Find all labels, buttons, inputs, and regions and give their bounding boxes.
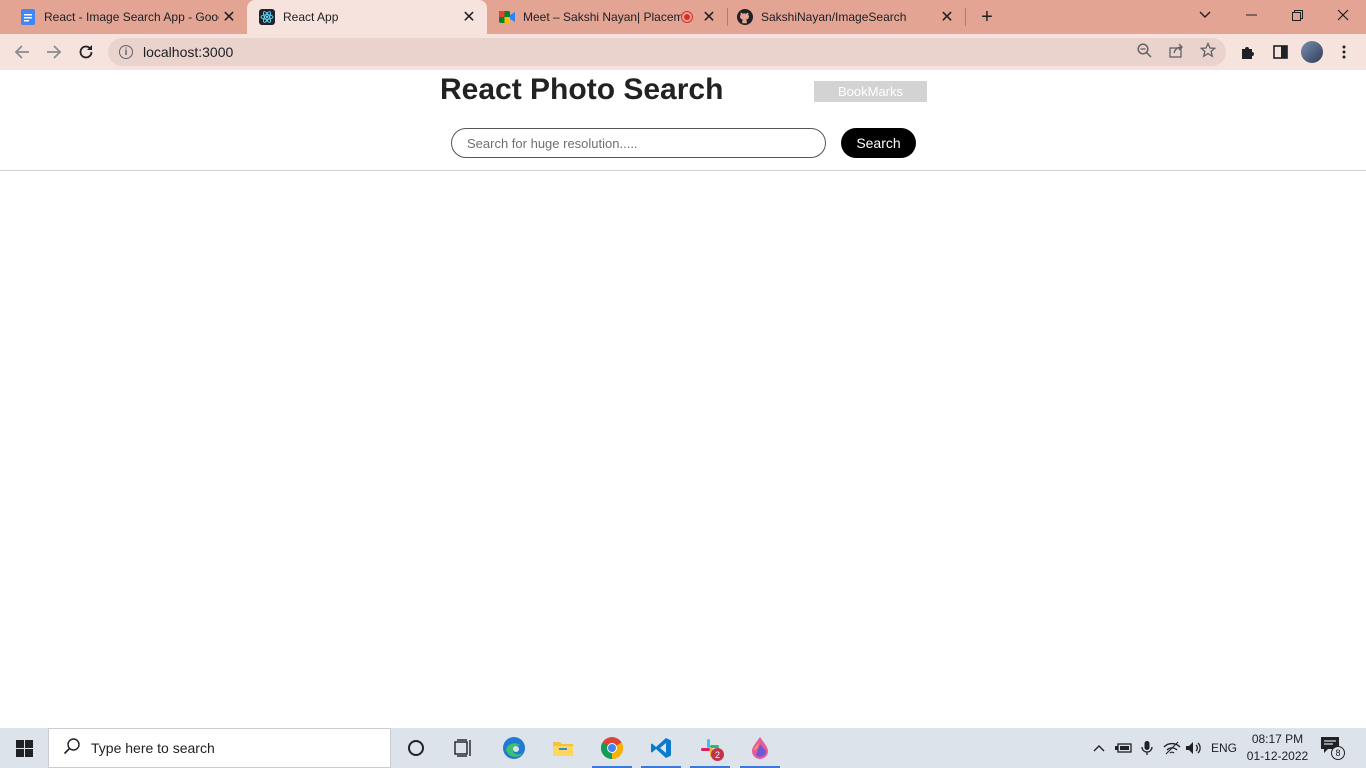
google-meet-icon (499, 9, 515, 25)
tab-divider (965, 8, 966, 26)
page-title: React Photo Search (440, 73, 724, 106)
side-panel-icon[interactable] (1267, 39, 1293, 65)
taskbar-search-placeholder: Type here to search (91, 740, 215, 756)
taskbar-search-box[interactable]: Type here to search (48, 728, 391, 768)
language-indicator[interactable]: ENG (1207, 728, 1241, 768)
back-arrow-icon[interactable] (9, 39, 35, 65)
task-view-icon[interactable] (444, 732, 484, 764)
profile-avatar[interactable] (1301, 41, 1323, 63)
bookmarks-button[interactable]: BookMarks (814, 81, 927, 102)
minimize-icon[interactable] (1228, 0, 1274, 30)
taskbar-clock[interactable]: 08:17 PM 01-12-2022 (1240, 731, 1315, 765)
search-button[interactable]: Search (841, 128, 916, 158)
tab-title: SakshiNayan/ImageSearch (761, 10, 907, 24)
bookmark-star-icon[interactable] (1198, 40, 1218, 60)
address-url[interactable]: localhost:3000 (143, 44, 233, 60)
notification-center-icon[interactable]: 8 (1320, 736, 1346, 760)
windows-start-icon[interactable] (0, 728, 48, 768)
tab-title: React - Image Search App - Goog (44, 10, 219, 24)
react-logo-icon (259, 9, 275, 25)
forward-arrow-icon[interactable] (41, 39, 67, 65)
wifi-icon[interactable] (1161, 728, 1183, 768)
microphone-icon[interactable] (1137, 728, 1157, 768)
address-bar[interactable]: i localhost:3000 (108, 38, 1226, 66)
recording-icon (681, 11, 693, 23)
google-docs-icon (20, 9, 36, 25)
close-icon[interactable]: ✕ (699, 7, 719, 27)
paint-app-icon[interactable] (740, 732, 780, 768)
chrome-icon[interactable] (592, 732, 632, 768)
file-explorer-icon[interactable] (543, 732, 583, 764)
share-icon[interactable] (1166, 40, 1186, 60)
windows-taskbar: Type here to search 2 ENG 08:17 PM 01-12… (0, 728, 1366, 768)
search-icon (63, 737, 81, 760)
app-header: React Photo Search BookMarks Search (0, 70, 1366, 171)
zoom-icon[interactable] (1134, 40, 1154, 60)
site-info-icon[interactable]: i (119, 45, 133, 59)
tab-react-app[interactable]: React App ✕ (247, 0, 487, 34)
close-icon[interactable]: ✕ (459, 7, 479, 27)
close-icon[interactable]: ✕ (219, 7, 239, 27)
slack-icon[interactable]: 2 (690, 732, 730, 768)
tab-meet[interactable]: Meet – Sakshi Nayan| Placem ✕ (487, 0, 727, 34)
cortana-icon[interactable] (396, 732, 436, 764)
slack-badge: 2 (711, 748, 724, 761)
vscode-icon[interactable] (641, 732, 681, 768)
tab-react-image-search-doc[interactable]: React - Image Search App - Goog ✕ (0, 0, 247, 34)
browser-tabstrip: React - Image Search App - Goog ✕ React … (0, 0, 1366, 34)
github-icon (737, 9, 753, 25)
tab-title: Meet – Sakshi Nayan| Placem (523, 10, 681, 24)
clock-time: 08:17 PM (1251, 732, 1304, 746)
tab-github[interactable]: SakshiNayan/ImageSearch ✕ (727, 0, 965, 34)
edge-browser-icon[interactable] (494, 732, 534, 764)
results-area (0, 171, 1366, 728)
battery-icon[interactable] (1113, 728, 1135, 768)
close-window-icon[interactable] (1320, 0, 1366, 30)
new-tab-icon[interactable]: + (977, 7, 997, 27)
notification-badge: 8 (1331, 746, 1345, 760)
kebab-menu-icon[interactable] (1331, 39, 1357, 65)
clock-date: 01-12-2022 (1246, 749, 1309, 763)
restore-icon[interactable] (1274, 0, 1320, 30)
tab-title: React App (283, 10, 339, 24)
browser-toolbar: i localhost:3000 (0, 34, 1366, 70)
chevron-up-icon[interactable] (1089, 728, 1109, 768)
search-input[interactable] (451, 128, 826, 158)
close-icon[interactable]: ✕ (937, 7, 957, 27)
tab-search-chevron-down-icon[interactable] (1182, 0, 1228, 30)
volume-icon[interactable] (1184, 728, 1204, 768)
reload-icon[interactable] (73, 39, 99, 65)
extensions-puzzle-icon[interactable] (1235, 39, 1261, 65)
